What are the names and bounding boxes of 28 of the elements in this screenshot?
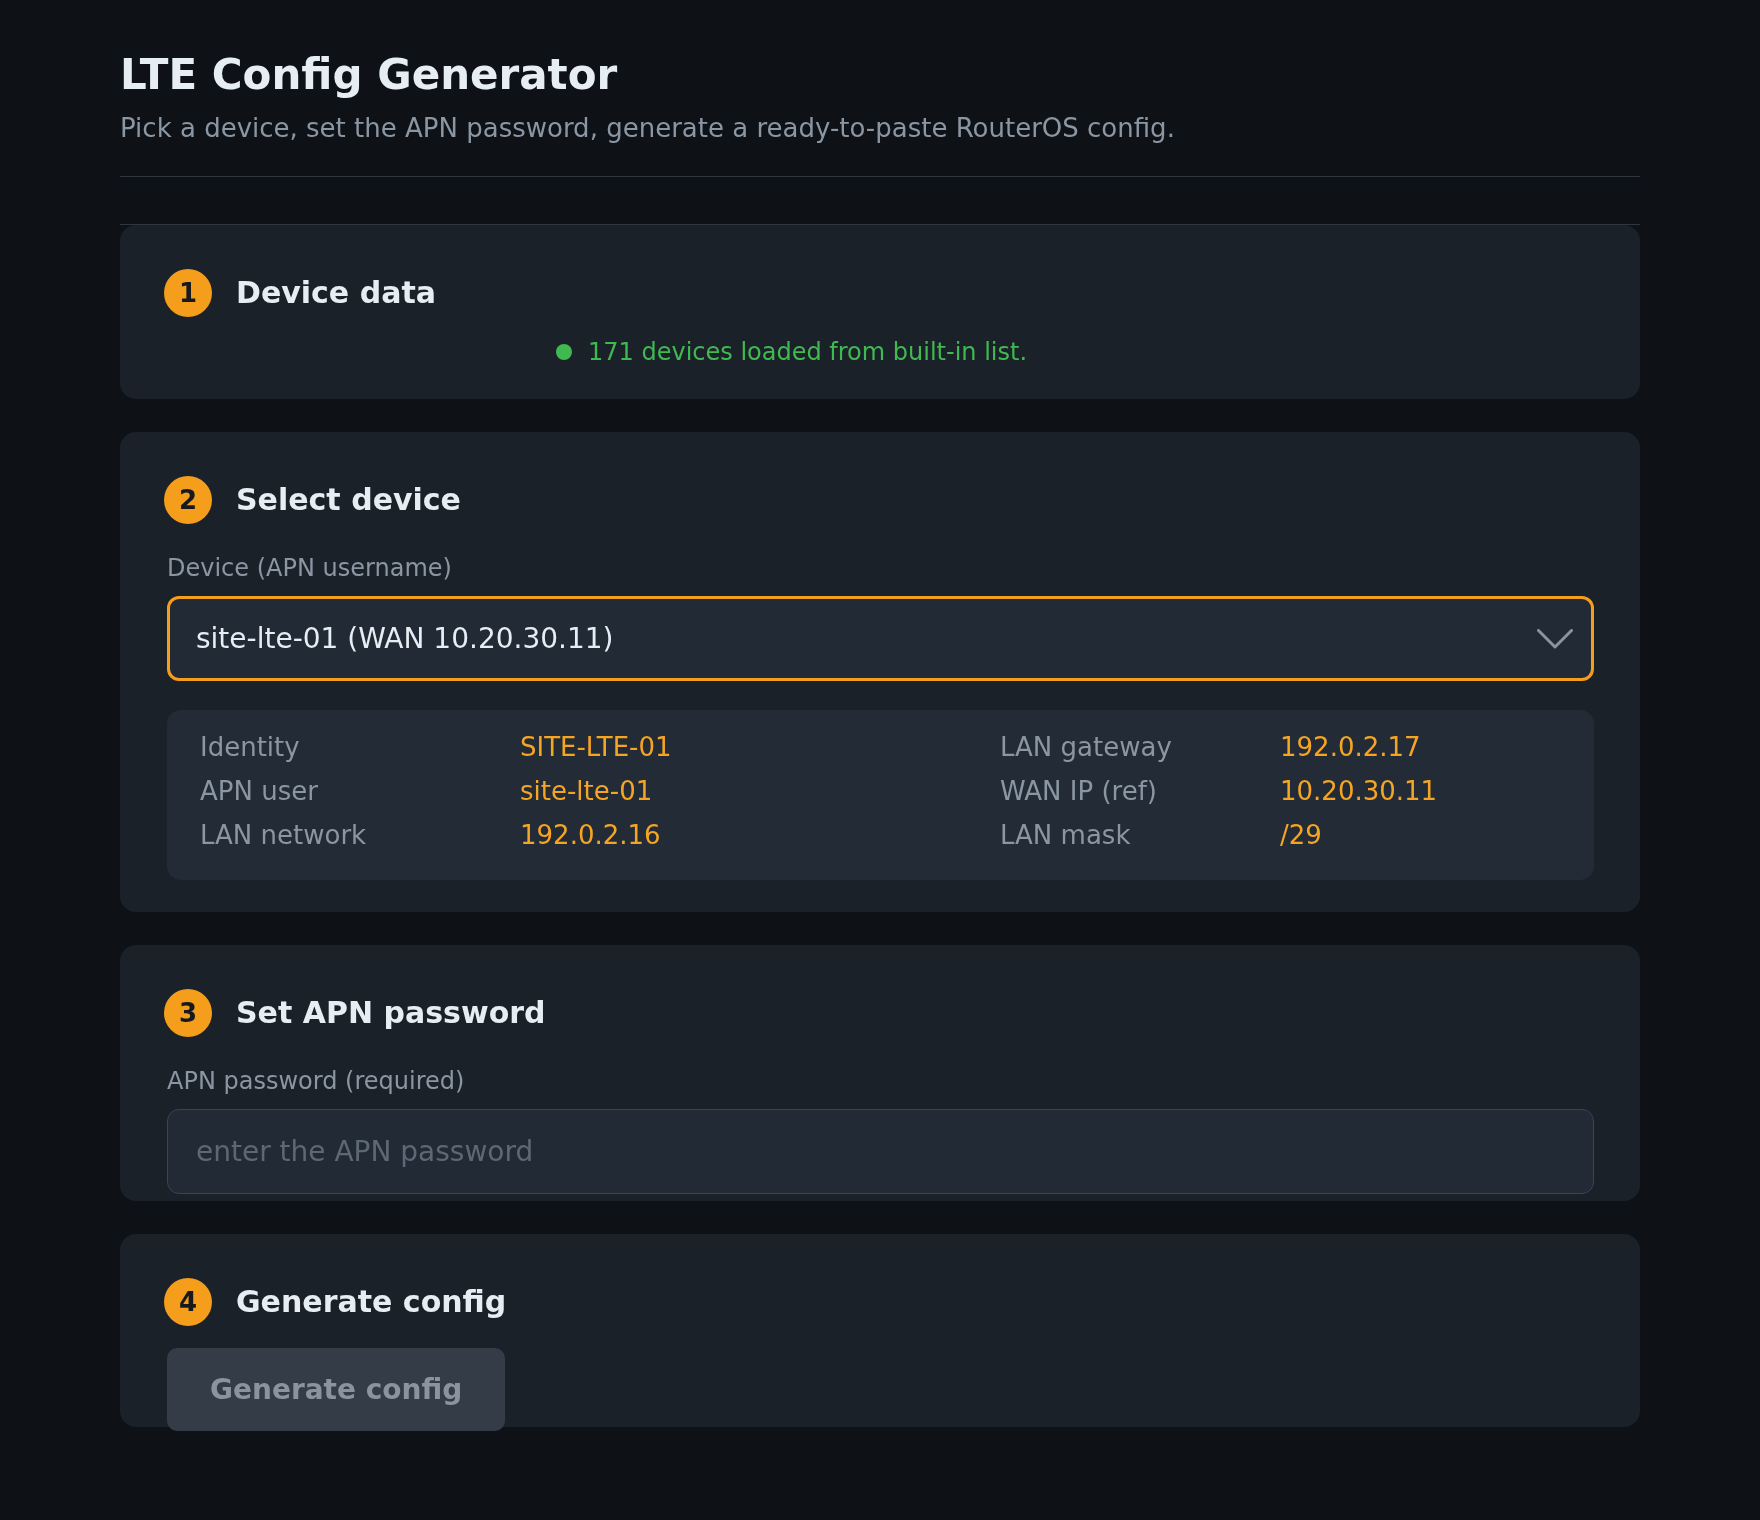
status-message: 171 devices loaded from built-in list. — [588, 337, 1028, 368]
field-label: APN password (required) — [167, 1066, 466, 1097]
step-title: Set APN password — [236, 994, 546, 1032]
info-value: /29 — [1280, 819, 1323, 852]
page-title: LTE Config Generator — [120, 50, 619, 100]
step-number: 1 — [164, 269, 212, 317]
info-value: 192.0.2.16 — [520, 819, 662, 852]
step-title: Device data — [236, 274, 436, 312]
field-label: Device (APN username) — [167, 553, 453, 584]
step-number: 3 — [164, 989, 212, 1037]
info-label: LAN network — [200, 819, 368, 852]
password-input[interactable]: enter the APN password — [167, 1109, 1594, 1194]
step-number: 4 — [164, 1278, 212, 1326]
step-title: Select device — [236, 481, 461, 519]
page-subtitle: Pick a device, set the APN password, generate a ready-to-paste RouterOS config. — [120, 112, 1176, 145]
info-label: LAN mask — [1000, 819, 1132, 852]
info-value: 192.0.2.17 — [1280, 731, 1422, 764]
info-label: APN user — [200, 775, 319, 808]
chevron-down-icon — [1537, 628, 1573, 649]
info-label: WAN IP (ref) — [1000, 775, 1158, 808]
info-value: SITE-LTE-01 — [520, 731, 673, 764]
step-number: 2 — [164, 476, 212, 524]
info-label: LAN gateway — [1000, 731, 1173, 764]
device-select[interactable]: site-lte-01 (WAN 10.20.30.11) — [167, 596, 1594, 681]
info-label: Identity — [200, 731, 301, 764]
step-title: Generate config — [236, 1283, 507, 1321]
info-value: 10.20.30.11 — [1280, 775, 1439, 808]
info-value: site-lte-01 — [520, 775, 654, 808]
